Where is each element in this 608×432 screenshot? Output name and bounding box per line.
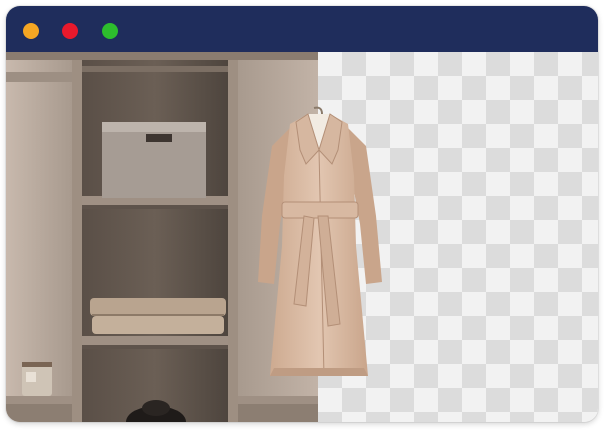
window-control-red-icon[interactable]	[62, 23, 78, 39]
window-control-green-icon[interactable]	[102, 23, 118, 39]
title-bar	[6, 6, 598, 52]
app-window	[6, 6, 598, 422]
coat-icon[interactable]	[244, 106, 394, 396]
coat-illustration	[258, 106, 382, 377]
window-control-yellow-icon[interactable]	[23, 23, 39, 39]
image-canvas	[6, 52, 598, 422]
